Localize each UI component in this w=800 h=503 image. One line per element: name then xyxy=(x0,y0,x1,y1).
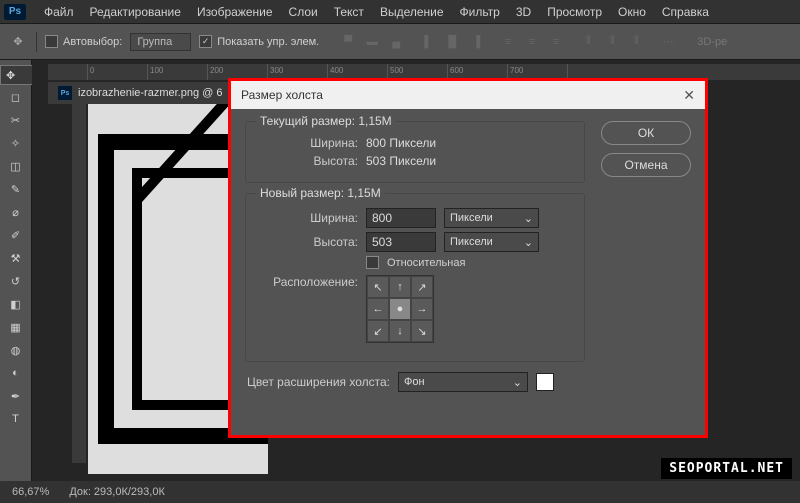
options-bar: ✥ Автовыбор: Группа ✓ Показать упр. элем… xyxy=(0,24,800,60)
zoom-level[interactable]: 66,67% xyxy=(12,486,49,498)
anchor-w-icon[interactable]: ← xyxy=(367,298,389,320)
pen-tool-icon[interactable]: ✒ xyxy=(3,385,29,407)
gradient-tool-icon[interactable]: ▦ xyxy=(3,316,29,338)
anchor-n-icon[interactable]: ↑ xyxy=(389,276,411,298)
distribute-left-icon[interactable]: ⦀ xyxy=(577,32,599,52)
menu-image[interactable]: Изображение xyxy=(189,2,281,22)
ok-button[interactable]: ОК xyxy=(601,121,691,145)
stamp-tool-icon[interactable]: ⚒ xyxy=(3,247,29,269)
align-vcenter-icon[interactable]: ▬ xyxy=(361,32,383,52)
dodge-tool-icon[interactable]: ◐ xyxy=(3,362,29,384)
group-mode-dropdown[interactable]: Группа xyxy=(130,33,191,51)
distribute-top-icon[interactable]: ≡ xyxy=(497,32,519,52)
distribute-vcenter-icon[interactable]: ≡ xyxy=(521,32,543,52)
menu-3d[interactable]: 3D xyxy=(508,2,539,22)
anchor-s-icon[interactable]: ↓ xyxy=(389,320,411,342)
status-bar: 66,67% Док: 293,0К/293,0К xyxy=(0,481,800,503)
document-tab[interactable]: Ps izobrazhenie-razmer.png @ 6 xyxy=(48,82,232,104)
new-width-label: Ширина: xyxy=(258,211,358,225)
anchor-ne-icon[interactable]: ↗ xyxy=(411,276,433,298)
current-width-value: 800 Пиксели xyxy=(366,136,436,150)
cancel-button[interactable]: Отмена xyxy=(601,153,691,177)
anchor-label: Расположение: xyxy=(258,275,358,289)
close-icon[interactable]: ✕ xyxy=(683,87,695,104)
menu-layers[interactable]: Слои xyxy=(281,2,326,22)
relative-checkbox[interactable] xyxy=(366,256,379,269)
auto-select-checkbox[interactable]: Автовыбор: xyxy=(45,35,122,48)
current-height-value: 503 Пиксели xyxy=(366,154,436,168)
width-input[interactable] xyxy=(366,208,436,228)
height-input[interactable] xyxy=(366,232,436,252)
app-logo: Ps xyxy=(4,4,26,20)
distribute-bottom-icon[interactable]: ≡ xyxy=(545,32,567,52)
align-icons-group: ▀ ▬ ▄ ▌ █ ▐ ≡ ≡ ≡ ⦀ ⦀ ⦀ ⋯ xyxy=(337,32,679,52)
move-tool-icon[interactable]: ✥ xyxy=(8,32,28,52)
distribute-right-icon[interactable]: ⦀ xyxy=(625,32,647,52)
menu-text[interactable]: Текст xyxy=(326,2,372,22)
healing-tool-icon[interactable]: ⌀ xyxy=(3,201,29,223)
tools-panel: ✥ ◻ ✂ ✧ ◫ ✎ ⌀ ✐ ⚒ ↺ ◧ ▦ ◍ ◐ ✒ T xyxy=(0,60,32,503)
height-unit-dropdown[interactable]: Пиксели xyxy=(444,232,539,252)
doc-size: Док: 293,0К/293,0К xyxy=(69,486,165,498)
watermark: SEOPORTAL.NET xyxy=(661,458,792,479)
anchor-grid[interactable]: ↖ ↑ ↗ ← ● → ↙ ↓ ↘ xyxy=(366,275,434,343)
menu-help[interactable]: Справка xyxy=(654,2,717,22)
extension-color-label: Цвет расширения холста: xyxy=(245,375,390,389)
align-top-icon[interactable]: ▀ xyxy=(337,32,359,52)
show-controls-checkbox[interactable]: ✓ Показать упр. элем. xyxy=(199,35,319,48)
auto-select-label: Автовыбор: xyxy=(63,36,122,48)
extension-color-swatch[interactable] xyxy=(536,373,554,391)
new-size-group: Новый размер: 1,15M Ширина: Пиксели Высо… xyxy=(245,193,585,362)
three-d-label: 3D-ре xyxy=(697,36,727,48)
menu-select[interactable]: Выделение xyxy=(372,2,452,22)
ruler-vertical xyxy=(72,104,86,463)
align-left-icon[interactable]: ▌ xyxy=(417,32,439,52)
dialog-titlebar[interactable]: Размер холста ✕ xyxy=(231,81,705,109)
menu-edit[interactable]: Редактирование xyxy=(82,2,189,22)
lasso-tool-icon[interactable]: ✂ xyxy=(3,109,29,131)
type-tool-icon[interactable]: T xyxy=(3,408,29,430)
magic-wand-tool-icon[interactable]: ✧ xyxy=(3,132,29,154)
anchor-se-icon[interactable]: ↘ xyxy=(411,320,433,342)
show-controls-label: Показать упр. элем. xyxy=(217,36,319,48)
align-right-icon[interactable]: ▐ xyxy=(465,32,487,52)
current-size-group: Текущий размер: 1,15M Ширина: 800 Пиксел… xyxy=(245,121,585,183)
align-bottom-icon[interactable]: ▄ xyxy=(385,32,407,52)
distribute-hcenter-icon[interactable]: ⦀ xyxy=(601,32,623,52)
align-hcenter-icon[interactable]: █ xyxy=(441,32,463,52)
file-icon: Ps xyxy=(58,86,72,100)
anchor-sw-icon[interactable]: ↙ xyxy=(367,320,389,342)
extension-color-dropdown[interactable]: Фон xyxy=(398,372,528,392)
blur-tool-icon[interactable]: ◍ xyxy=(3,339,29,361)
current-width-label: Ширина: xyxy=(258,136,358,150)
anchor-nw-icon[interactable]: ↖ xyxy=(367,276,389,298)
relative-label: Относительная xyxy=(387,257,465,269)
tab-filename: izobrazhenie-razmer.png @ 6 xyxy=(78,87,222,99)
menu-file[interactable]: Файл xyxy=(36,2,82,22)
dialog-title: Размер холста xyxy=(241,88,323,102)
anchor-center-icon[interactable]: ● xyxy=(389,298,411,320)
marquee-tool-icon[interactable]: ◻ xyxy=(3,86,29,108)
new-height-label: Высота: xyxy=(258,235,358,249)
menu-window[interactable]: Окно xyxy=(610,2,654,22)
brush-tool-icon[interactable]: ✐ xyxy=(3,224,29,246)
current-height-label: Высота: xyxy=(258,154,358,168)
menubar: Ps Файл Редактирование Изображение Слои … xyxy=(0,0,800,24)
eyedropper-tool-icon[interactable]: ✎ xyxy=(3,178,29,200)
history-brush-tool-icon[interactable]: ↺ xyxy=(3,270,29,292)
crop-tool-icon[interactable]: ◫ xyxy=(3,155,29,177)
eraser-tool-icon[interactable]: ◧ xyxy=(3,293,29,315)
menu-filter[interactable]: Фильтр xyxy=(452,2,508,22)
width-unit-dropdown[interactable]: Пиксели xyxy=(444,208,539,228)
anchor-e-icon[interactable]: → xyxy=(411,298,433,320)
menu-view[interactable]: Просмотр xyxy=(539,2,610,22)
canvas-size-dialog: Размер холста ✕ Текущий размер: 1,15M Ши… xyxy=(231,81,705,435)
more-options-icon[interactable]: ⋯ xyxy=(657,32,679,52)
